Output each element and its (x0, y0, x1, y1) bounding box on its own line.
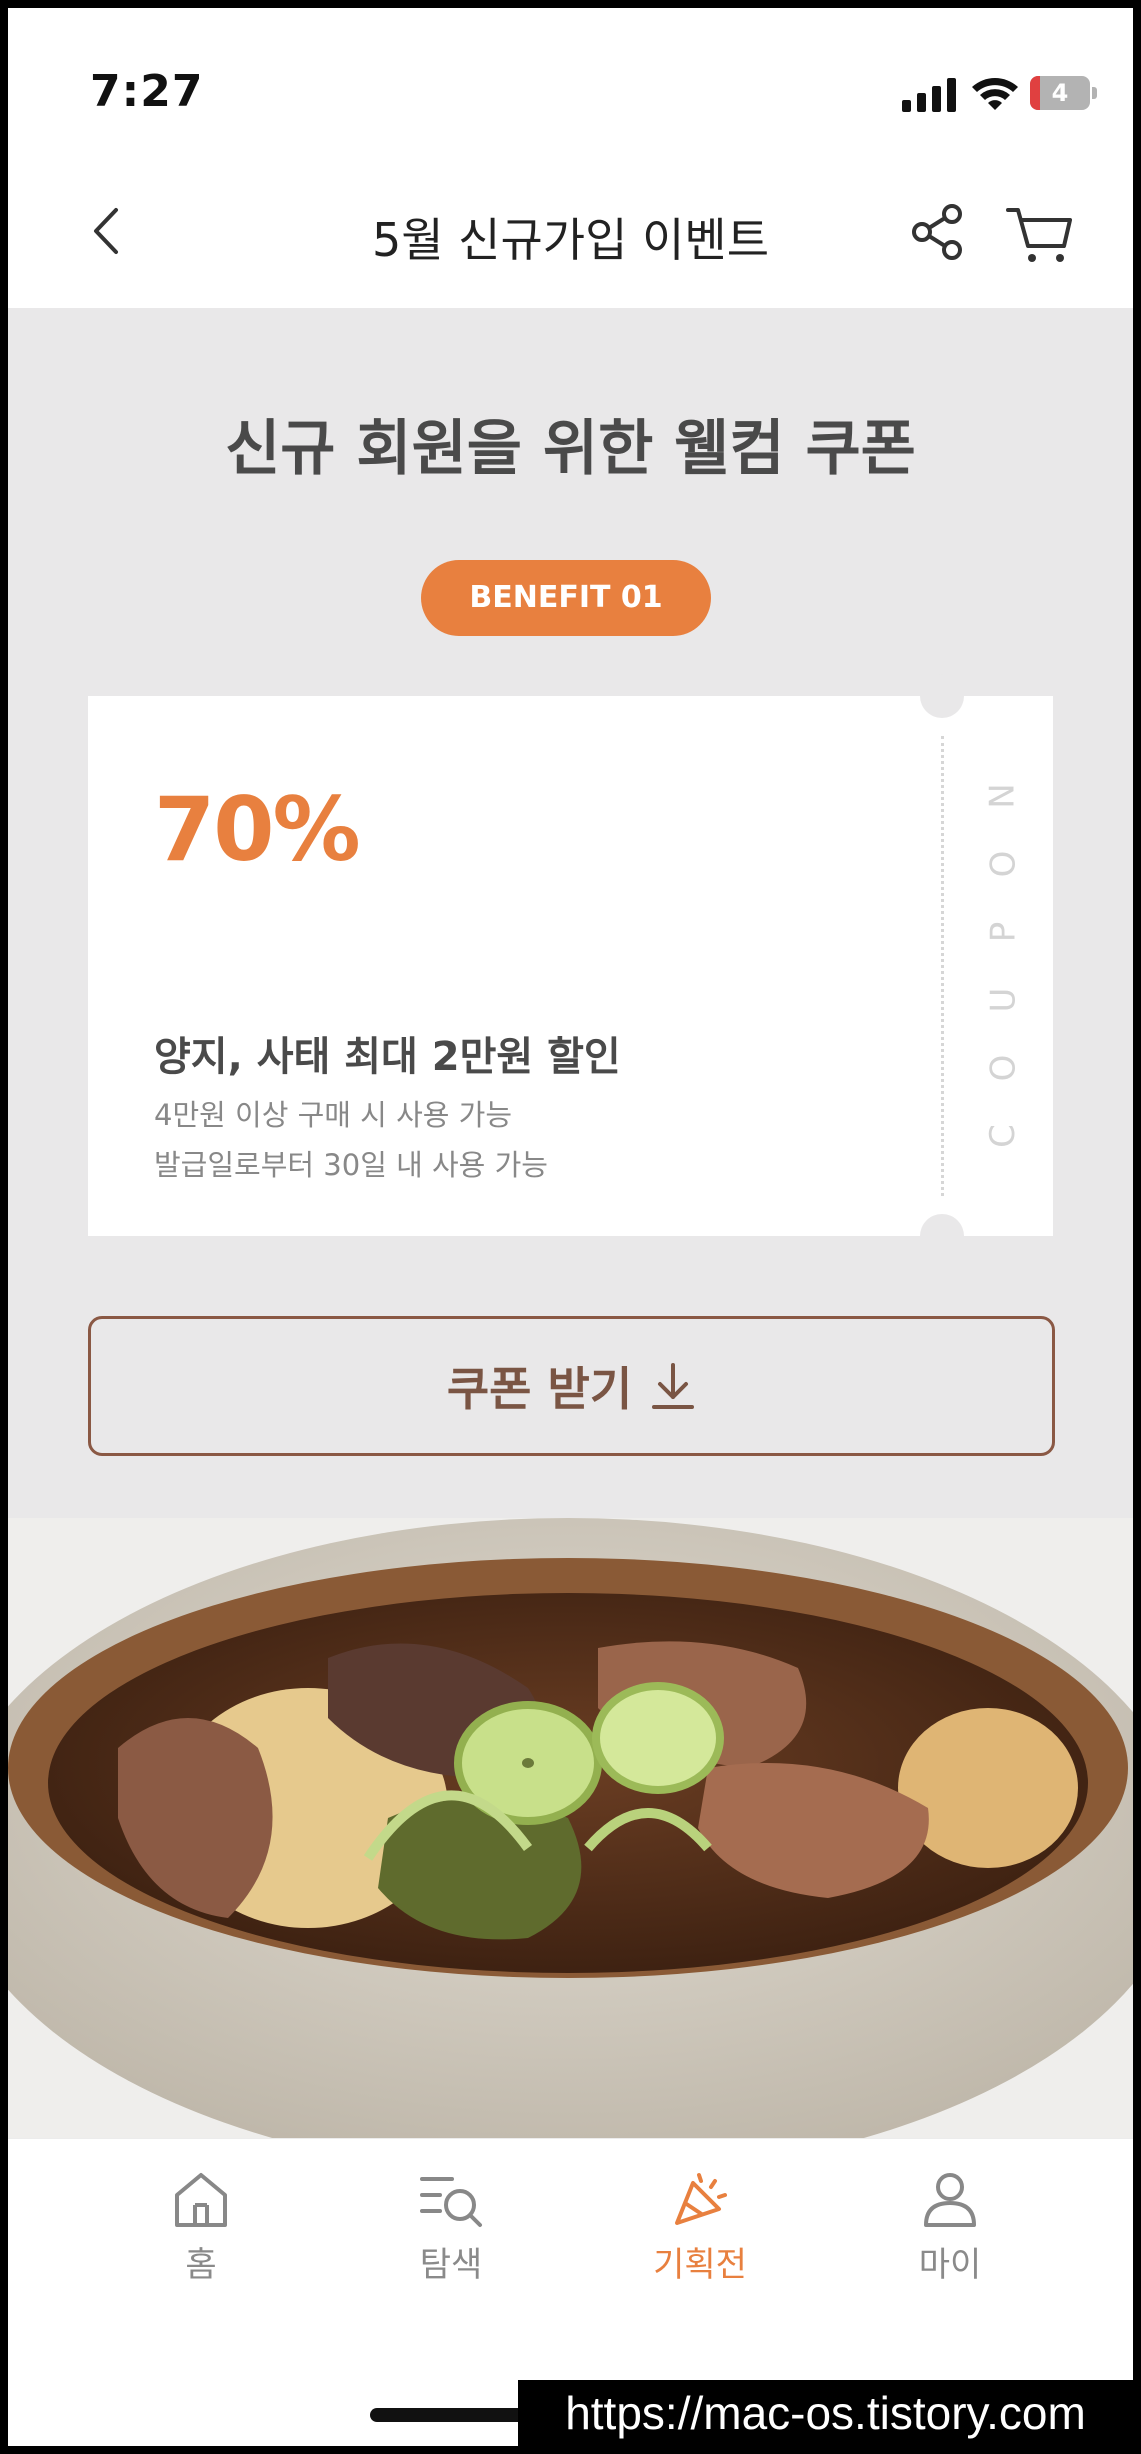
share-icon[interactable] (908, 202, 968, 262)
coupon-notch-top (920, 674, 964, 718)
cart-icon[interactable] (1004, 202, 1076, 266)
search-list-icon (420, 2177, 482, 2227)
get-coupon-button[interactable]: 쿠폰 받기 (88, 1316, 1055, 1456)
download-icon (652, 1363, 695, 1409)
status-time: 7:27 (90, 66, 204, 117)
tab-exhibition[interactable]: 기획전 (620, 2169, 780, 2299)
food-image (8, 1518, 1133, 2138)
coupon-card: 70% 양지, 사태 최대 2만원 할인 4만원 이상 구매 시 사용 가능 발… (88, 674, 1053, 1258)
page-title: 5월 신규가입 이벤트 (371, 213, 770, 267)
tab-label: 기획전 (653, 2245, 747, 2285)
wifi-icon (972, 78, 1018, 110)
coupon-description: 양지, 사태 최대 2만원 할인 (154, 1034, 621, 1080)
battery-level: 4 (1051, 79, 1069, 107)
person-icon (924, 2173, 976, 2227)
coupon-side-letter: P (982, 921, 1023, 943)
coupon-side-letter: C (983, 1124, 1023, 1148)
back-icon[interactable] (78, 196, 138, 266)
get-coupon-label: 쿠폰 받기 (446, 1362, 633, 1416)
coupon-section: 신규 회원을 위한 웰컴 쿠폰 BENEFIT 01 70% 양지, 사태 최대… (8, 308, 1133, 1518)
coupon-notch-bottom (920, 1214, 964, 1258)
coupon-side-label: N O P U O C (968, 776, 1038, 1156)
coupon-side-letter: N (983, 783, 1023, 809)
tab-home[interactable]: 홈 (121, 2169, 281, 2299)
coupon-divider (941, 736, 944, 1196)
party-icon (675, 2173, 727, 2225)
header: 5월 신규가입 이벤트 (8, 158, 1133, 308)
signal-icon (902, 78, 956, 112)
coupon-side-letter: O (982, 850, 1023, 878)
battery-icon: 4 (1030, 76, 1098, 114)
coupon-side-letter: U (982, 987, 1023, 1013)
status-bar: 7:27 4 (8, 8, 1133, 158)
benefit-badge: BENEFIT 01 (421, 560, 711, 636)
tab-explore[interactable]: 탐색 (371, 2169, 531, 2299)
tab-label: 마이 (918, 2245, 982, 2285)
tab-label: 홈 (185, 2245, 217, 2285)
coupon-discount: 70% (154, 778, 361, 881)
coupon-condition-min-purchase: 4만원 이상 구매 시 사용 가능 (154, 1098, 513, 1132)
tab-label: 탐색 (419, 2245, 483, 2285)
watermark: https://mac-os.tistory.com (518, 2380, 1133, 2446)
coupon-side-letter: O (982, 1054, 1023, 1082)
tab-my[interactable]: 마이 (870, 2169, 1030, 2299)
home-icon (175, 2173, 227, 2227)
section-title: 신규 회원을 위한 웰컴 쿠폰 (225, 414, 916, 484)
coupon-condition-validity: 발급일로부터 30일 내 사용 가능 (154, 1148, 548, 1182)
screen: 7:27 4 5월 신규가입 이벤트 신규 회원을 위한 웰컴 쿠폰 BENEF… (8, 8, 1133, 2446)
